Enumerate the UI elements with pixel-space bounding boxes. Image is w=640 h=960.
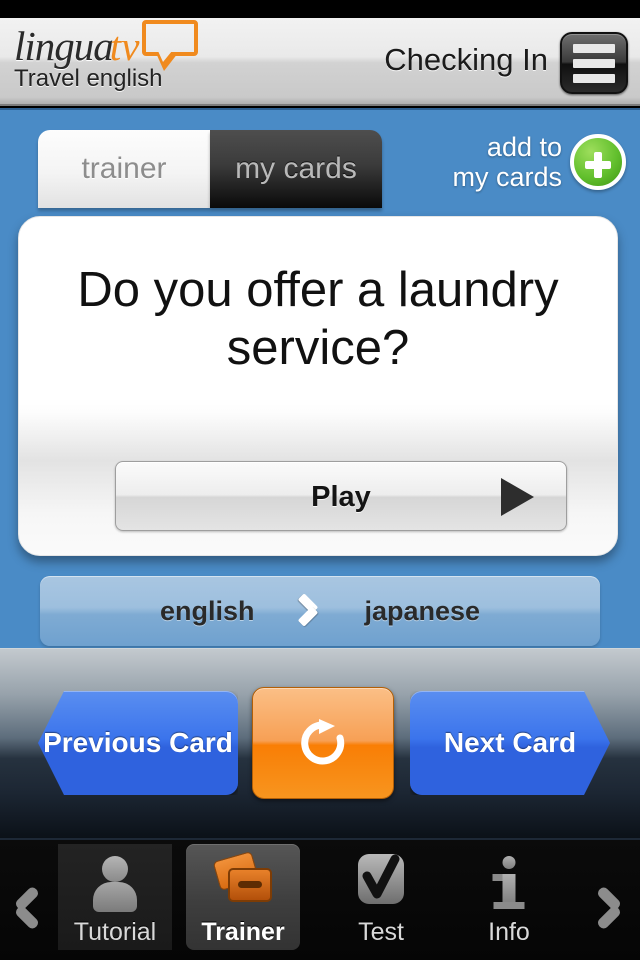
add-to-cards-line2: my cards [452,162,562,192]
tabbar-label-tutorial: Tutorial [73,918,157,946]
card-slot-shape [238,881,262,888]
person-head [102,856,128,882]
card-controls-panel: Previous Card Next Card [0,648,640,838]
chevron-right-icon [296,594,322,628]
app-logo: linguatv Travel english [14,20,198,93]
info-foot [493,902,525,909]
tab-group: trainer my cards [38,130,382,208]
logo-text-accent: tv [109,23,140,69]
person-body [93,882,137,912]
language-direction-bar[interactable]: english japanese [40,576,600,646]
status-bar [0,0,640,18]
next-card-button[interactable]: Next Card [410,691,610,795]
person-icon [84,852,146,914]
flashcard-question: Do you offer a laundry service? [77,263,559,375]
flip-card-button[interactable] [252,687,394,799]
chevron-left-icon[interactable] [14,888,44,932]
card-front-shape [228,868,272,902]
menu-line [573,43,615,53]
tabbar-label-test: Test [358,918,404,946]
tab-trainer[interactable]: trainer [38,130,210,208]
tabbar-item-info[interactable]: Info [452,844,566,950]
play-triangle-icon [501,478,534,516]
refresh-circular-arrow-icon [301,719,345,765]
checkmark-glyph [362,854,400,899]
play-button-label: Play [311,481,371,513]
chevron-right-icon[interactable] [596,888,626,932]
page-title: Checking In [384,42,548,77]
language-target: japanese [364,595,481,626]
info-dot [502,856,516,869]
app-header: linguatv Travel english Checking In [0,18,640,106]
language-source: english [159,595,255,626]
app-subtitle: Travel english [14,65,163,92]
checkmark-icon [350,852,412,914]
plus-circle-icon[interactable] [570,134,626,190]
tabbar-item-tutorial[interactable]: Tutorial [58,844,172,950]
bottom-tab-bar: Tutorial Trainer Test Info [0,838,640,960]
add-to-my-cards-button[interactable]: add to my cards [452,132,626,192]
speech-bubble-icon [142,20,198,71]
hamburger-menu-icon[interactable] [560,32,628,94]
content-area: trainer my cards add to my cards Do you … [0,108,640,648]
app-root: linguatv Travel english Checking In trai… [0,0,640,960]
tabbar-item-test[interactable]: Test [324,844,438,950]
add-to-my-cards-label: add to my cards [452,132,562,192]
menu-line [573,58,615,68]
previous-card-button[interactable]: Previous Card [38,691,238,795]
tabbar-item-trainer[interactable]: Trainer [186,844,300,950]
tab-my-cards[interactable]: my cards [210,130,382,208]
play-button[interactable]: Play [115,461,567,531]
tabbar-label-trainer: Trainer [201,918,285,946]
flashcard[interactable]: Do you offer a laundry service? Play [18,216,618,556]
logo-text-primary: lingua [14,23,114,69]
tabbar-label-info: Info [488,918,530,946]
info-icon [478,852,540,914]
add-to-cards-line1: add to [486,132,562,162]
cards-icon [212,851,274,914]
menu-line [573,73,615,83]
